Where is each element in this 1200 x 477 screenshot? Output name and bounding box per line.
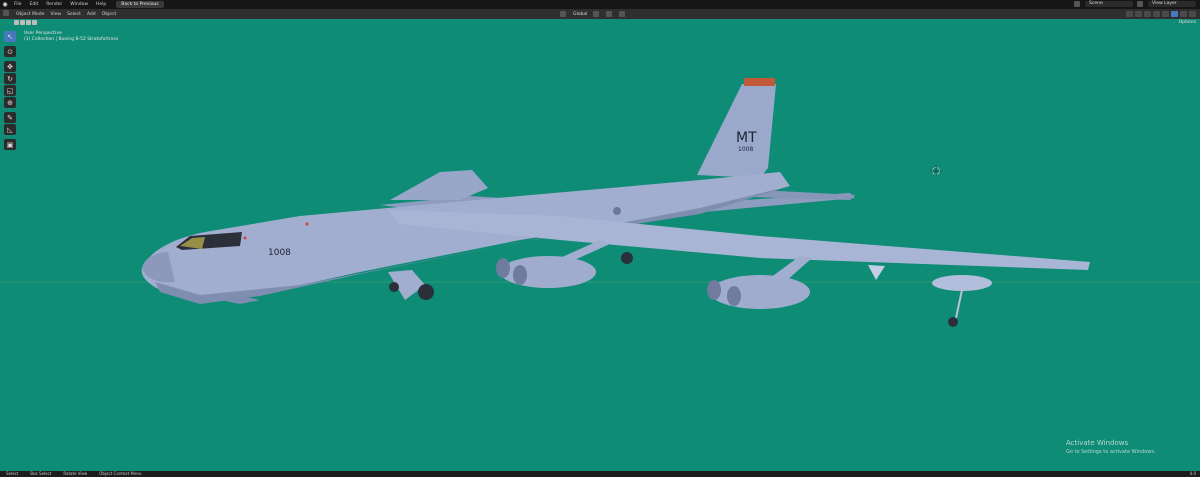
- viewport-info: User Perspective (1) Collection | Boeing…: [24, 31, 118, 43]
- visibility-icon[interactable]: [1126, 11, 1133, 17]
- snap-icon[interactable]: [606, 11, 613, 17]
- menu-help[interactable]: Help: [92, 2, 110, 7]
- xray-icon[interactable]: [1153, 11, 1160, 17]
- measure-tool[interactable]: ◺: [4, 124, 16, 135]
- transform-controls: Global: [560, 11, 626, 17]
- annotate-tool[interactable]: ✎: [4, 112, 16, 123]
- menu-select[interactable]: Select: [64, 12, 84, 17]
- tail-number: 1008: [738, 146, 753, 153]
- rotate-tool[interactable]: ↻: [4, 73, 16, 84]
- select-box-tool[interactable]: ↖: [4, 31, 16, 42]
- status-select: Select: [6, 471, 19, 476]
- menu-view[interactable]: View: [47, 12, 64, 17]
- gizmo-icon[interactable]: [1135, 11, 1142, 17]
- view-layer-icon: [1137, 1, 1143, 7]
- select-mode-invert-icon[interactable]: [32, 20, 37, 25]
- status-box-select: Box Select: [30, 471, 52, 476]
- shading-solid-icon[interactable]: [1171, 11, 1178, 17]
- options-dropdown[interactable]: Options: [1179, 20, 1196, 25]
- tool-shelf: ↖ ⊙ ✥ ↻ ◱ ⊕ ✎ ◺ ▣: [4, 31, 16, 150]
- nose-number: 1008: [268, 248, 291, 258]
- cursor-tool[interactable]: ⊙: [4, 46, 16, 57]
- mode-dropdown[interactable]: Object Mode: [13, 12, 47, 17]
- top-menu-bar: ◉ File Edit Render Window Help Back to P…: [0, 0, 1200, 9]
- scene-icon: [1074, 1, 1080, 7]
- orientation-dropdown[interactable]: Global: [573, 12, 587, 17]
- 3d-viewport[interactable]: MT 1008 1008: [0, 0, 1200, 477]
- menu-render[interactable]: Render: [42, 2, 66, 7]
- shading-material-icon[interactable]: [1180, 11, 1187, 17]
- view-layer-field[interactable]: View Layer: [1148, 1, 1196, 7]
- orientation-icon: [560, 11, 566, 17]
- overlay-icon[interactable]: [1144, 11, 1151, 17]
- scale-tool[interactable]: ◱: [4, 85, 16, 96]
- back-to-previous-button[interactable]: Back to Previous: [116, 1, 164, 8]
- activate-windows-subtitle: Go to Settings to activate Windows.: [1066, 449, 1156, 455]
- status-rotate-view: Rotate View: [63, 471, 88, 476]
- menu-window[interactable]: Window: [66, 2, 92, 7]
- menu-edit[interactable]: Edit: [26, 2, 43, 7]
- shading-wireframe-icon[interactable]: [1162, 11, 1169, 17]
- viewport-header: Object Mode View Select Add Object Globa…: [0, 9, 1200, 19]
- blender-logo-icon[interactable]: ◉: [0, 1, 10, 8]
- proportional-edit-icon[interactable]: [619, 11, 626, 17]
- select-mode-new-icon[interactable]: [14, 20, 19, 25]
- menu-add[interactable]: Add: [84, 12, 99, 17]
- shading-rendered-icon[interactable]: [1189, 11, 1196, 17]
- menu-object[interactable]: Object: [99, 12, 120, 17]
- pivot-icon[interactable]: [593, 11, 600, 17]
- add-cube-tool[interactable]: ▣: [4, 139, 16, 150]
- tail-code: MT: [736, 130, 757, 146]
- transform-tool[interactable]: ⊕: [4, 97, 16, 108]
- scene-selectors: Scene View Layer: [1074, 1, 1196, 7]
- menu-file[interactable]: File: [10, 2, 26, 7]
- collection-label: (1) Collection | Boeing B-52 Stratofortr…: [24, 37, 119, 42]
- version-label: 4.0: [1189, 471, 1196, 476]
- move-tool[interactable]: ✥: [4, 61, 16, 72]
- editor-type-icon[interactable]: [0, 10, 13, 18]
- selection-mode-strip: [14, 19, 37, 26]
- status-bar: Select Box Select Rotate View Object Con…: [0, 471, 1200, 477]
- activate-windows-title: Activate Windows: [1066, 439, 1129, 447]
- select-mode-extend-icon[interactable]: [20, 20, 25, 25]
- shading-controls: [1126, 11, 1196, 17]
- activate-windows-watermark: Activate Windows Go to Settings to activ…: [1066, 439, 1156, 457]
- status-context-menu: Object Context Menu: [99, 471, 142, 476]
- scene-field[interactable]: Scene: [1085, 1, 1133, 7]
- select-mode-subtract-icon[interactable]: [26, 20, 31, 25]
